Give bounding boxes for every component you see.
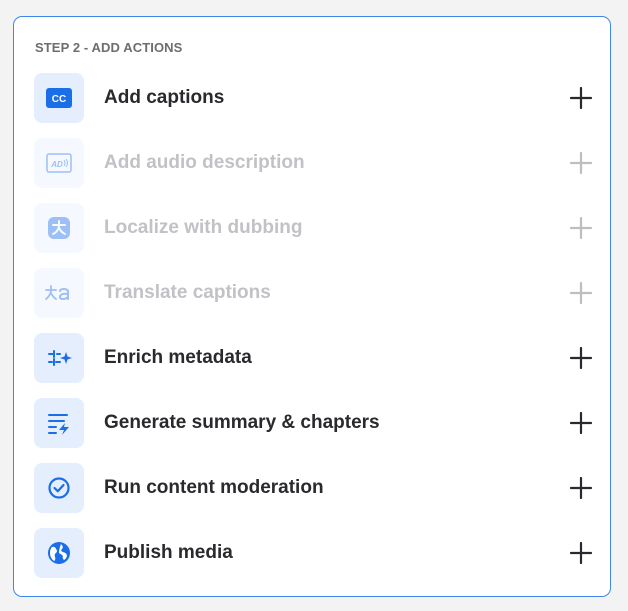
cc-icon: CC — [34, 73, 84, 123]
globe-icon — [34, 528, 84, 578]
step-title: STEP 2 - ADD ACTIONS — [35, 40, 183, 55]
run-moderation-plus-icon[interactable] — [569, 476, 593, 500]
action-add-audio-description[interactable]: AD Add audio description — [34, 138, 593, 188]
add-actions-card: STEP 2 - ADD ACTIONS CC Add captions AD … — [13, 16, 611, 597]
action-add-captions[interactable]: CC Add captions — [34, 73, 593, 123]
action-localize-with-dubbing[interactable]: Localize with dubbing — [34, 203, 593, 253]
action-translate-captions[interactable]: Translate captions — [34, 268, 593, 318]
dubbing-icon — [34, 203, 84, 253]
action-label: Enrich metadata — [104, 347, 252, 368]
add-audio-description-plus-icon[interactable] — [569, 151, 593, 175]
action-enrich-metadata[interactable]: Enrich metadata — [34, 333, 593, 383]
action-generate-summary-chapters[interactable]: Generate summary & chapters — [34, 398, 593, 448]
action-label: Translate captions — [104, 282, 271, 303]
action-label: Run content moderation — [104, 477, 324, 498]
check-circle-icon — [34, 463, 84, 513]
action-label: Add audio description — [104, 152, 305, 173]
svg-text:AD: AD — [50, 160, 63, 169]
action-label: Add captions — [104, 87, 225, 108]
localize-dubbing-plus-icon[interactable] — [569, 216, 593, 240]
translate-captions-plus-icon[interactable] — [569, 281, 593, 305]
summary-list-icon — [34, 398, 84, 448]
action-run-content-moderation[interactable]: Run content moderation — [34, 463, 593, 513]
audio-description-icon: AD — [34, 138, 84, 188]
action-label: Localize with dubbing — [104, 217, 303, 238]
translate-icon — [34, 268, 84, 318]
svg-text:CC: CC — [52, 94, 66, 105]
action-publish-media[interactable]: Publish media — [34, 528, 593, 578]
enrich-sparkle-icon — [34, 333, 84, 383]
action-label: Publish media — [104, 542, 233, 563]
add-captions-plus-icon[interactable] — [569, 86, 593, 110]
publish-media-plus-icon[interactable] — [569, 541, 593, 565]
generate-summary-plus-icon[interactable] — [569, 411, 593, 435]
action-label: Generate summary & chapters — [104, 412, 380, 433]
enrich-metadata-plus-icon[interactable] — [569, 346, 593, 370]
